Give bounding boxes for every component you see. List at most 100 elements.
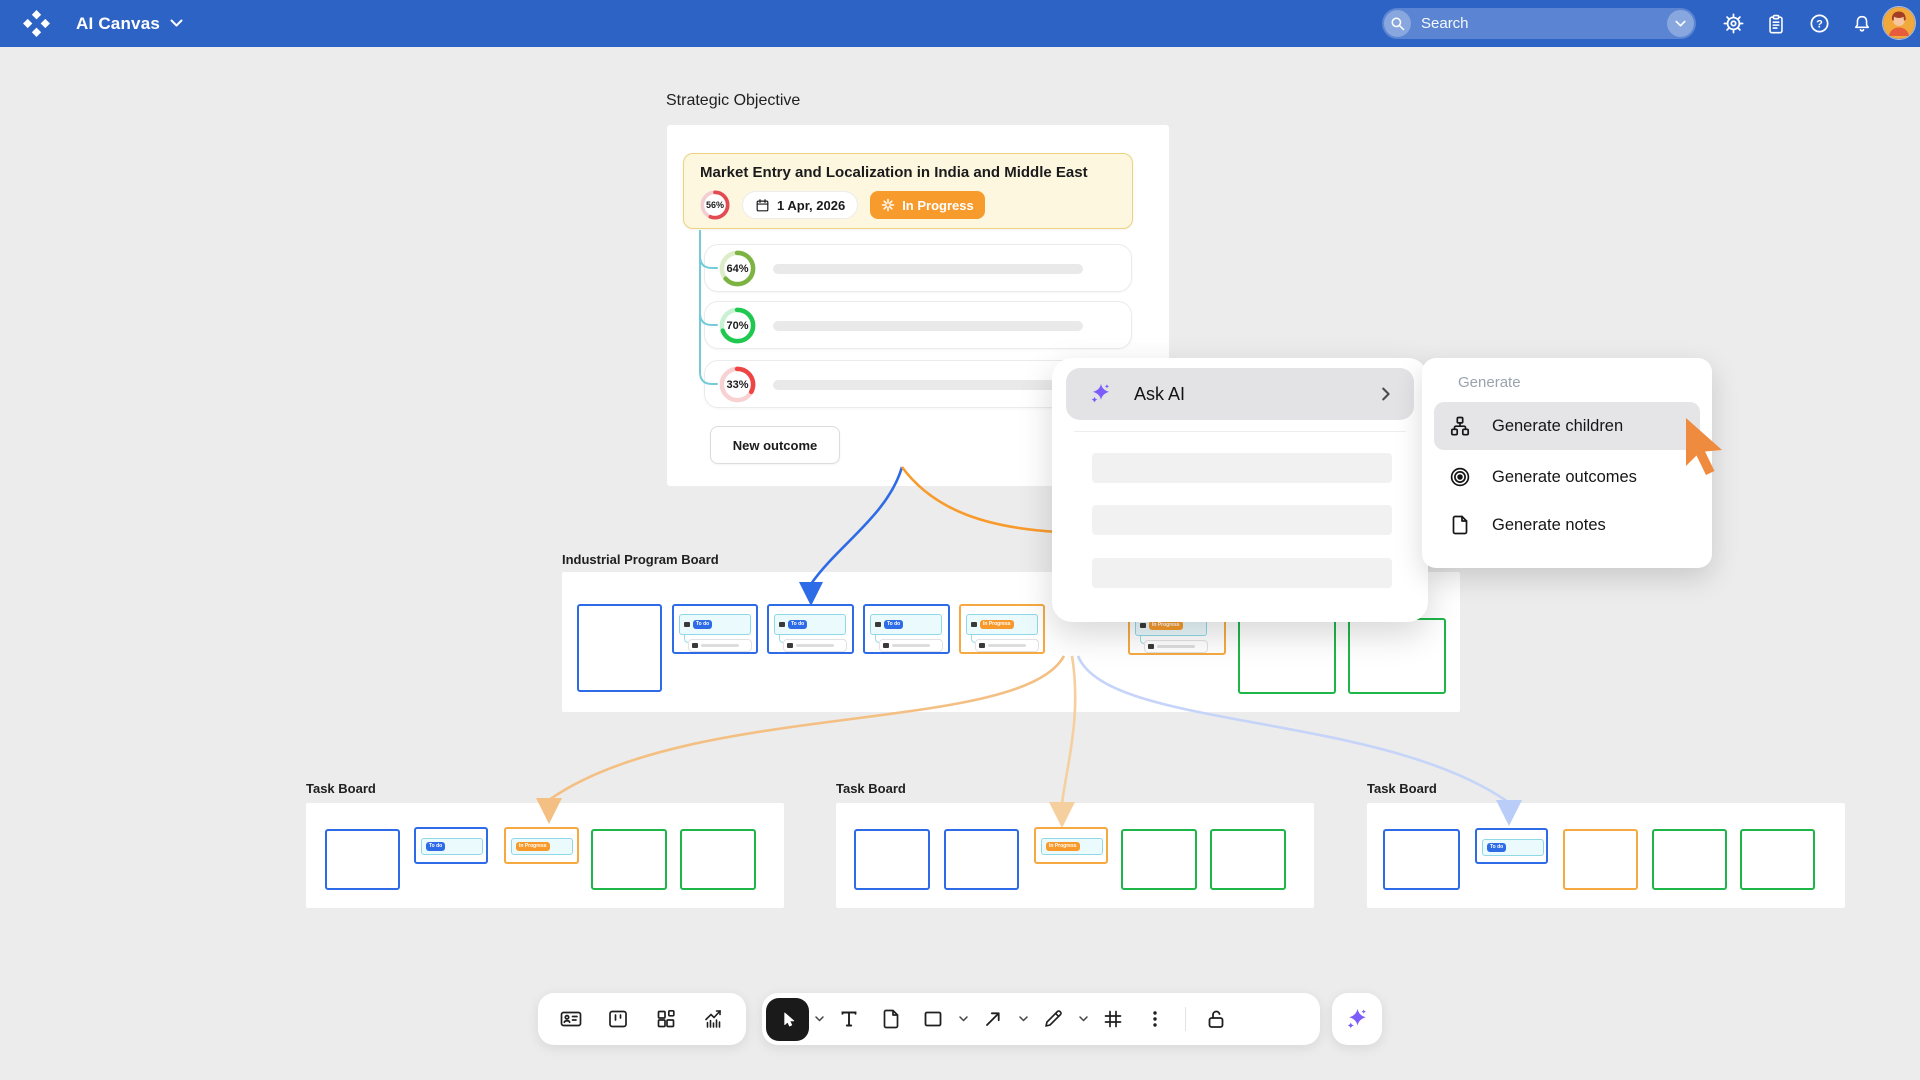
help-button[interactable]: ?	[1802, 0, 1836, 47]
program-card-empty[interactable]	[1238, 618, 1336, 694]
card-widget-button[interactable]	[551, 999, 591, 1039]
placeholder-text	[796, 644, 834, 647]
app-logo-icon[interactable]	[22, 9, 51, 38]
placeholder-text	[701, 644, 739, 647]
task-card-empty[interactable]	[1121, 829, 1197, 890]
task-card-empty[interactable]	[1383, 829, 1460, 890]
chart-widget-button[interactable]	[693, 999, 733, 1039]
task-card-empty[interactable]	[1652, 829, 1727, 890]
program-card[interactable]: To do	[672, 604, 758, 654]
in-progress-icon	[881, 198, 895, 212]
task-card[interactable]: In Progress	[1034, 827, 1108, 864]
program-card[interactable]: To do	[767, 604, 854, 654]
blocks-icon	[654, 1007, 678, 1031]
shape-tool-options[interactable]	[955, 999, 971, 1039]
new-outcome-button[interactable]: New outcome	[710, 426, 840, 464]
top-bar: AI Canvas Search	[0, 0, 1920, 47]
drag-handle-icon	[787, 643, 793, 648]
connector-tool-button[interactable]	[973, 999, 1013, 1039]
task-card-empty[interactable]	[591, 829, 667, 890]
task-card-empty[interactable]	[1210, 829, 1286, 890]
select-tool-button[interactable]	[766, 998, 809, 1041]
text-icon	[837, 1007, 861, 1031]
avatar-image	[1883, 7, 1915, 39]
board-switcher[interactable]: AI Canvas	[76, 0, 183, 47]
generate-children-item[interactable]: Generate children	[1434, 402, 1700, 450]
gear-icon	[1722, 12, 1745, 35]
avatar[interactable]	[1882, 6, 1916, 40]
placeholder-text	[892, 644, 930, 647]
shape-tool-button[interactable]	[913, 999, 953, 1039]
ai-assistant-button[interactable]	[1332, 993, 1382, 1045]
lock-button[interactable]	[1196, 999, 1236, 1039]
task-board-label: Task Board	[1367, 781, 1437, 796]
menu-placeholder-item	[1092, 453, 1392, 483]
grid-icon	[1101, 1007, 1125, 1031]
objective-title: Market Entry and Localization in India a…	[700, 164, 1088, 181]
todo-badge: To do	[884, 620, 903, 629]
program-card-empty[interactable]	[577, 604, 662, 692]
notes-button[interactable]	[1759, 0, 1793, 47]
program-card-empty[interactable]	[1348, 618, 1446, 694]
outcome-row[interactable]: 70%	[704, 301, 1132, 349]
pen-tool-button[interactable]	[1033, 999, 1073, 1039]
mini-task: To do	[679, 614, 751, 635]
mini-subtask	[1144, 640, 1208, 653]
outcome-row[interactable]: 64%	[704, 244, 1132, 292]
search-options-button[interactable]	[1667, 10, 1694, 37]
ask-ai-menu-item[interactable]: Ask AI	[1066, 368, 1414, 420]
file-icon	[879, 1007, 903, 1031]
notifications-button[interactable]	[1845, 0, 1879, 47]
kanban-widget-button[interactable]	[598, 999, 638, 1039]
context-menu: Ask AI	[1052, 358, 1428, 622]
target-icon	[1448, 465, 1472, 489]
chevron-down-icon	[1019, 1016, 1028, 1022]
blocks-widget-button[interactable]	[646, 999, 686, 1039]
placeholder-text	[1157, 645, 1195, 648]
calendar-icon	[755, 198, 770, 213]
program-card[interactable]: In Progress	[959, 604, 1045, 654]
mini-task: To do	[774, 614, 846, 635]
task-card-empty[interactable]	[854, 829, 930, 890]
drag-handle-icon	[971, 622, 977, 627]
program-board-label: Industrial Program Board	[562, 552, 719, 567]
text-tool-button[interactable]	[829, 999, 869, 1039]
generate-outcomes-item[interactable]: Generate outcomes	[1434, 454, 1700, 500]
outcome-placeholder-text	[773, 321, 1083, 331]
id-card-icon	[559, 1007, 583, 1031]
drag-handle-icon	[692, 643, 698, 648]
status-badge[interactable]: In Progress	[870, 191, 985, 219]
generate-notes-item[interactable]: Generate notes	[1434, 502, 1700, 548]
connector-tool-options[interactable]	[1015, 999, 1031, 1039]
task-card-empty[interactable]	[944, 829, 1019, 890]
task-board-label: Task Board	[836, 781, 906, 796]
mini-subtask	[688, 639, 752, 652]
task-card[interactable]: To do	[414, 827, 488, 864]
document-tool-button[interactable]	[871, 999, 911, 1039]
objective-card[interactable]: Market Entry and Localization in India a…	[683, 153, 1133, 229]
settings-button[interactable]	[1716, 0, 1750, 47]
placeholder-text	[988, 644, 1026, 647]
task-card-empty[interactable]	[325, 829, 400, 890]
more-tools-button[interactable]	[1135, 999, 1175, 1039]
task-card-empty[interactable]	[1563, 829, 1638, 890]
program-card[interactable]: To do	[863, 604, 950, 654]
due-date-chip[interactable]: 1 Apr, 2026	[742, 191, 858, 219]
mini-subtask	[783, 639, 847, 652]
search-placeholder: Search	[1421, 15, 1667, 32]
frame-tool-button[interactable]	[1093, 999, 1133, 1039]
canvas-app: AI Canvas Search	[0, 0, 1920, 1080]
search-input[interactable]: Search	[1382, 8, 1696, 39]
unlock-icon	[1204, 1007, 1228, 1031]
task-card-empty[interactable]	[1740, 829, 1815, 890]
task-card-empty[interactable]	[680, 829, 756, 890]
note-icon	[1448, 513, 1472, 537]
pen-tool-options[interactable]	[1075, 999, 1091, 1039]
app-title: AI Canvas	[76, 14, 160, 34]
drag-handle-icon	[1140, 623, 1146, 628]
mini-subtask	[879, 639, 943, 652]
select-tool-options[interactable]	[811, 999, 827, 1039]
task-card[interactable]: In Progress	[504, 827, 579, 864]
pencil-icon	[1041, 1007, 1065, 1031]
task-card[interactable]: To do	[1475, 828, 1548, 864]
